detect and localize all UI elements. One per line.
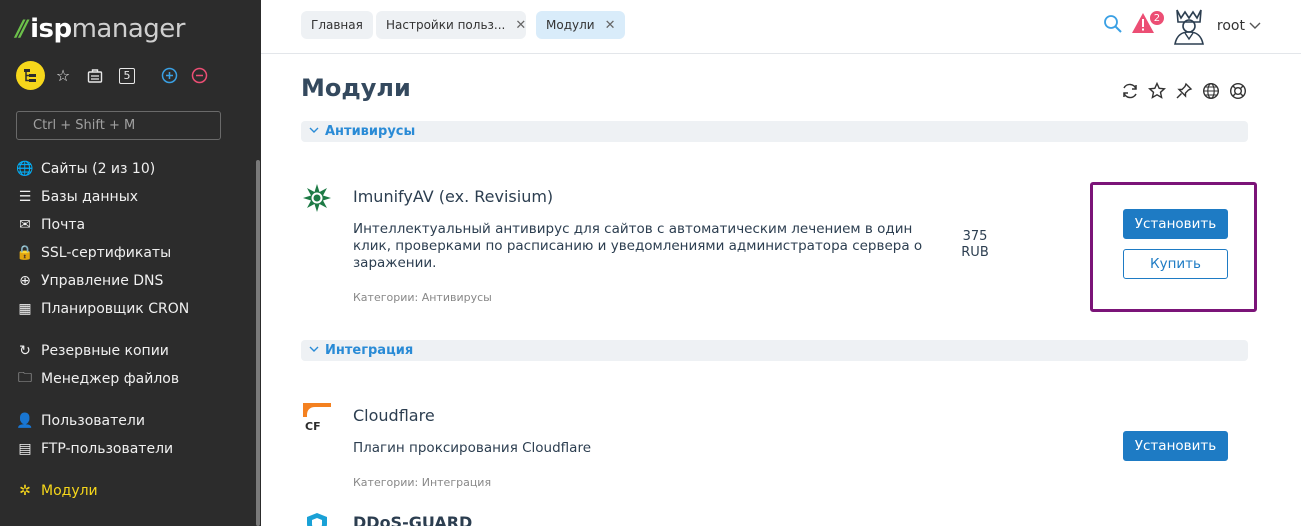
tab-user-settings[interactable]: Настройки польз... ✕	[376, 11, 526, 39]
briefcase-icon[interactable]	[83, 62, 107, 90]
ftp-icon: ▤	[18, 441, 32, 457]
folder-icon: 🗀	[18, 370, 32, 386]
section-label: Интеграция	[325, 343, 414, 358]
user-name[interactable]: root	[1217, 18, 1245, 34]
module-category: Категории: Антивирусы	[353, 291, 492, 304]
sidebar-item-dns[interactable]: ⊕ Управление DNS	[0, 267, 256, 295]
tab-label: Главная	[311, 18, 363, 32]
sidebar-item-label: SSL-сертификаты	[41, 245, 172, 261]
install-button[interactable]: Установить	[1123, 431, 1228, 461]
logo-manager-text: manager	[71, 14, 186, 44]
chevron-down-icon	[309, 126, 319, 137]
module-description: Интеллектуальный антивирус для сайтов с …	[353, 221, 923, 271]
sidebar-item-label: Планировщик CRON	[41, 301, 190, 317]
star-icon[interactable]	[1147, 81, 1167, 101]
page-toolbar	[1120, 81, 1255, 101]
sidebar-item-label: Почта	[41, 217, 86, 233]
calendar-icon: ▦	[18, 301, 32, 317]
svg-text:CF: CF	[305, 420, 321, 431]
sidebar-item-label: Управление DNS	[41, 273, 164, 289]
sidebar-item-cron[interactable]: ▦ Планировщик CRON	[0, 295, 256, 323]
buy-button[interactable]: Купить	[1123, 249, 1228, 279]
sidebar-item-mail[interactable]: ✉ Почта	[0, 211, 256, 239]
search-icon[interactable]	[1103, 14, 1123, 39]
price-amount: 375	[962, 229, 988, 244]
envelope-icon: ✉	[19, 217, 31, 233]
sidebar-item-label: Менеджер файлов	[41, 371, 180, 387]
sidebar-item-label: Резервные копии	[41, 343, 169, 359]
price-currency: RUB	[961, 245, 989, 260]
chevron-down-icon[interactable]	[1249, 19, 1261, 33]
puzzle-icon: ✲	[19, 483, 31, 499]
quick-actions: ☆ 5	[16, 61, 219, 90]
sidebar-item-ftp-users[interactable]: ▤ FTP-пользователи	[0, 435, 256, 463]
avatar[interactable]	[1171, 6, 1207, 46]
close-icon[interactable]: ✕	[515, 18, 526, 33]
sidebar-item-databases[interactable]: ☰ Базы данных	[0, 183, 256, 211]
header-actions: 2 root	[1103, 6, 1261, 46]
sidebar-nav: 🌐 Сайты (2 из 10) ☰ Базы данных ✉ Почта 🔒 SS…	[0, 155, 256, 505]
alert-icon[interactable]: 2	[1131, 10, 1165, 40]
install-button[interactable]: Установить	[1123, 209, 1228, 239]
user-icon: 👤	[16, 413, 34, 429]
logo-mark-icon: //	[16, 16, 28, 42]
counter-icon[interactable]: 5	[115, 62, 139, 90]
sidebar-item-label: Сайты (2 из 10)	[41, 161, 156, 177]
cloudflare-logo-icon: CF	[303, 403, 331, 431]
tab-label: Настройки польз...	[386, 18, 506, 32]
counter-value: 5	[119, 67, 135, 84]
topbar: Главная Настройки польз... ✕ Модули ✕ 2 ro…	[261, 0, 1301, 54]
tab-home[interactable]: Главная	[301, 11, 373, 39]
sidebar-item-label: Модули	[41, 483, 98, 499]
help-globe-icon[interactable]	[1201, 81, 1221, 101]
sidebar-search-input[interactable]	[16, 111, 221, 140]
globe-icon: 🌐	[16, 161, 34, 177]
module-title[interactable]: DDoS-GUARD	[353, 513, 472, 526]
database-icon: ☰	[18, 189, 32, 205]
favorites-star-icon[interactable]: ☆	[51, 62, 75, 90]
highlight-box	[1090, 182, 1257, 312]
dns-icon: ⊕	[19, 273, 31, 289]
sidebar-item-ssl[interactable]: 🔒 SSL-сертификаты	[0, 239, 256, 267]
module-description: Плагин проксирования Cloudflare	[353, 440, 592, 456]
alert-count-badge: 2	[1148, 10, 1165, 26]
imunify-logo-icon	[303, 184, 331, 212]
lock-icon: 🔒	[16, 245, 34, 261]
page-title: Модули	[301, 74, 411, 102]
sidebar-item-label: Пользователи	[41, 413, 145, 429]
sidebar-item-users[interactable]: 👤 Пользователи	[0, 407, 256, 435]
tab-label: Модули	[546, 18, 595, 32]
module-title[interactable]: ImunifyAV (ex. Revisium)	[353, 187, 553, 206]
remove-circle-icon[interactable]	[187, 62, 211, 90]
tab-modules[interactable]: Модули ✕	[536, 11, 626, 39]
sidebar-item-label: Базы данных	[41, 189, 139, 205]
logo[interactable]: // isp manager	[16, 14, 185, 44]
sidebar-item-label: FTP-пользователи	[41, 441, 174, 457]
module-title[interactable]: Cloudflare	[353, 406, 435, 425]
support-lifebuoy-icon[interactable]	[1228, 81, 1248, 101]
chevron-down-icon	[309, 345, 319, 356]
sidebar-scrollbar[interactable]	[256, 160, 260, 526]
module-price: 375 RUB	[940, 229, 1010, 261]
sidebar-item-backups[interactable]: ↻ Резервные копии	[0, 337, 256, 365]
add-circle-icon[interactable]	[157, 62, 181, 90]
ddos-guard-logo-icon	[307, 513, 327, 526]
logo-isp-text: isp	[30, 14, 72, 44]
section-antivirus[interactable]: Антивирусы	[301, 121, 1248, 142]
backup-icon: ↻	[19, 343, 31, 359]
section-label: Антивирусы	[325, 124, 416, 139]
sidebar-item-file-manager[interactable]: 🗀 Менеджер файлов	[0, 365, 256, 393]
close-icon[interactable]: ✕	[605, 18, 616, 33]
sidebar: // ispmanager ☆ 5 🌐 Сайты (2 из 10) ☰ Базы…	[0, 0, 261, 526]
pin-icon[interactable]	[1174, 81, 1194, 101]
section-integration[interactable]: Интеграция	[301, 340, 1248, 361]
module-category: Категории: Интеграция	[353, 476, 492, 489]
tree-icon[interactable]	[16, 61, 45, 90]
sidebar-item-modules[interactable]: ✲ Модули	[0, 477, 256, 505]
refresh-icon[interactable]	[1120, 81, 1140, 101]
sidebar-item-sites[interactable]: 🌐 Сайты (2 из 10)	[0, 155, 256, 183]
